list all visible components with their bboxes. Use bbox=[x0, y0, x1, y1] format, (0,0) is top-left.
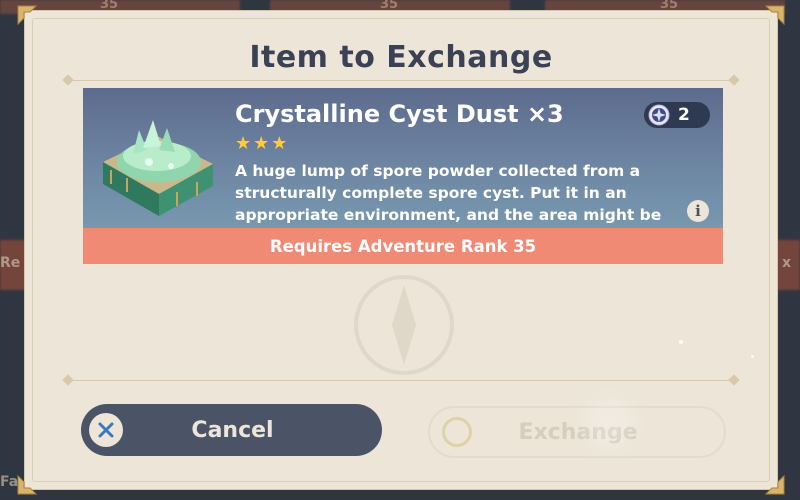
close-icon bbox=[89, 413, 123, 447]
corner-ornament-icon bbox=[17, 474, 38, 495]
top-divider bbox=[62, 74, 740, 86]
background-side-text: Re bbox=[0, 255, 21, 271]
owned-count: 2 bbox=[678, 105, 690, 125]
item-name: Crystalline Cyst Dust ×3 bbox=[235, 100, 564, 128]
cancel-button[interactable]: Cancel bbox=[81, 404, 382, 456]
background-side-text: x bbox=[782, 255, 792, 271]
dialog-title: Item to Exchange bbox=[249, 40, 553, 75]
sparkle bbox=[584, 398, 634, 448]
confirm-circle-icon bbox=[442, 417, 472, 447]
intertwined-fate-icon bbox=[648, 104, 670, 126]
star-icon: ★ bbox=[235, 133, 252, 154]
crystalline-cyst-dust-icon bbox=[103, 120, 213, 216]
bottom-divider bbox=[62, 374, 740, 386]
corner-ornament-icon bbox=[764, 5, 785, 26]
exchange-button[interactable]: Exchange bbox=[428, 406, 726, 458]
emblem-watermark-icon bbox=[354, 275, 454, 375]
requirement-banner: Requires Adventure Rank 35 bbox=[83, 228, 723, 264]
cancel-button-label: Cancel bbox=[191, 417, 274, 443]
corner-ornament-icon bbox=[764, 474, 785, 495]
rarity-stars: ★ ★ ★ bbox=[235, 135, 287, 153]
exchange-button-label: Exchange bbox=[518, 419, 638, 445]
owned-count-badge: 2 bbox=[644, 102, 710, 128]
info-icon[interactable]: i bbox=[687, 200, 709, 222]
sparkle bbox=[679, 340, 683, 344]
star-icon: ★ bbox=[271, 133, 288, 154]
exchange-dialog: Item to Exchange Crystalline Cyst Dust ×… bbox=[17, 5, 785, 495]
sparkle bbox=[751, 355, 754, 358]
star-icon: ★ bbox=[253, 133, 270, 154]
corner-ornament-icon bbox=[17, 5, 38, 26]
